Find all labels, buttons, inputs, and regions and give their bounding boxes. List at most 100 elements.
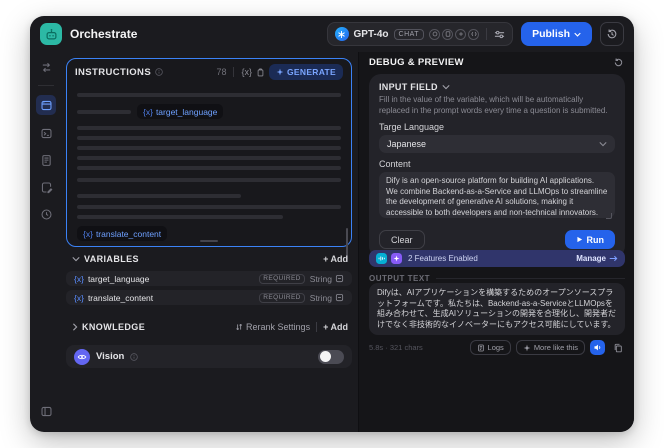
rerank-label: Rerank Settings (246, 322, 311, 332)
knowledge-section-header: KNOWLEDGE Rerank Settings + Add (72, 322, 348, 332)
variable-token: {x} (74, 292, 84, 303)
sparkle-icon (523, 344, 531, 351)
openai-icon (334, 27, 349, 41)
more-like-this-label: More like this (533, 343, 578, 352)
textarea-resize-handle[interactable] (606, 213, 612, 219)
chevron-down-icon[interactable] (442, 84, 450, 90)
instructions-editor[interactable]: INSTRUCTIONS 78 {x} GENERATE {x} target_… (66, 58, 352, 247)
prompt-text-skeleton: {x} target_language {x} translate_conten… (67, 83, 351, 241)
nav-annotation-icon[interactable] (37, 178, 55, 196)
logs-button[interactable]: Logs (469, 340, 511, 355)
chevron-down-icon (574, 32, 581, 37)
variables-title: VARIABLES (84, 254, 139, 264)
nav-monitoring-icon[interactable] (37, 205, 55, 223)
input-field-description: Fill in the value of the variable, which… (379, 95, 608, 115)
more-like-this-button[interactable]: More like this (515, 340, 585, 355)
copy-prompt-icon[interactable] (256, 67, 265, 77)
model-params-icon[interactable] (494, 29, 505, 40)
output-meta: 5.8s · 321 chars (369, 343, 423, 352)
variable-row[interactable]: {x} translate_content REQUIRED String (66, 290, 352, 305)
resize-handle[interactable] (200, 239, 218, 242)
output-text: Difyは、AIアプリケーションを構築するためのオープンソースプラットフォームで… (377, 288, 616, 329)
features-enabled-bar[interactable]: 2 Features Enabled Manage (369, 250, 625, 267)
nav-orchestrate-icon[interactable] (36, 95, 56, 115)
target-language-select[interactable]: Japanese (379, 135, 615, 153)
variable-row[interactable]: {x} target_language REQUIRED String (66, 271, 352, 286)
info-icon (130, 352, 139, 361)
nav-terminal-icon[interactable] (37, 124, 55, 142)
generate-button[interactable]: GENERATE (269, 64, 343, 80)
variable-name: translate_content (87, 292, 154, 303)
prompt-variable-chip[interactable]: {x} target_language (137, 104, 224, 119)
variable-type: String (309, 292, 332, 303)
prompt-variable-chip[interactable]: {x} translate_content (77, 226, 168, 241)
debug-preview-panel: DEBUG & PREVIEW INPUT FIELD Fill in the … (358, 52, 634, 432)
api-flow-icon[interactable] (37, 58, 55, 76)
model-selector[interactable]: GPT-4o CHAT (326, 22, 514, 46)
add-variable-button[interactable]: + Add (323, 254, 348, 264)
generate-label: GENERATE (287, 67, 336, 77)
robot-icon (46, 28, 56, 39)
content-input[interactable]: Dify is an open-source platform for buil… (379, 172, 615, 218)
publish-button[interactable]: Publish (521, 22, 592, 46)
arrow-right-icon (609, 255, 618, 262)
debug-title: DEBUG & PREVIEW (369, 57, 464, 68)
orchestrate-config-panel: INSTRUCTIONS 78 {x} GENERATE {x} target_… (62, 52, 358, 432)
rerank-icon (236, 324, 243, 330)
insert-variable-icon[interactable]: {x} (241, 67, 252, 77)
tts-feature-icon (376, 253, 387, 264)
input-field-card: INPUT FIELD Fill in the value of the var… (369, 74, 625, 258)
rerank-settings-button[interactable]: Rerank Settings (235, 322, 310, 332)
copy-output-button[interactable] (610, 340, 625, 355)
content-field-label: Content (379, 159, 411, 169)
logs-label: Logs (487, 343, 504, 352)
more-like-this-feature-icon (391, 253, 402, 264)
speaker-button[interactable] (590, 340, 605, 355)
copy-icon (614, 343, 622, 352)
collapse-sidebar-icon[interactable] (37, 402, 55, 420)
capability-icon-4 (468, 28, 480, 40)
run-button[interactable]: Run (564, 230, 615, 249)
chevron-right-icon[interactable] (72, 323, 78, 331)
divider (436, 278, 625, 279)
sparkle-icon (276, 68, 284, 76)
manage-features-button[interactable]: Manage (576, 254, 618, 263)
language-field-label: Targe Language (379, 122, 445, 132)
features-count-label: 2 Features Enabled (408, 254, 478, 263)
info-icon (155, 68, 163, 76)
nav-logs-icon[interactable] (37, 151, 55, 169)
vision-feature-row: Vision (66, 345, 352, 368)
restart-icon[interactable] (613, 57, 624, 68)
variables-section-header: VARIABLES + Add (72, 254, 348, 264)
required-badge: REQUIRED (259, 292, 305, 303)
selected-language: Japanese (387, 139, 427, 149)
variable-settings-icon[interactable] (335, 274, 344, 283)
app-window: Orchestrate GPT-4o CHAT Publish INSTRUCT… (30, 16, 634, 432)
publish-label: Publish (532, 28, 570, 40)
history-button[interactable] (600, 22, 624, 46)
manage-label: Manage (576, 254, 606, 263)
variable-settings-icon[interactable] (335, 293, 344, 302)
clear-button[interactable]: Clear (379, 230, 425, 249)
output-result-bubble: Difyは、AIアプリケーションを構築するためのオープンソースプラットフォームで… (369, 283, 625, 336)
capability-icon-2 (442, 28, 454, 40)
capability-icon-3 (455, 28, 467, 40)
left-nav-rail (30, 52, 62, 432)
vision-toggle[interactable] (318, 349, 344, 364)
eye-icon (74, 348, 90, 365)
char-count: 78 (216, 67, 227, 77)
add-knowledge-button[interactable]: + Add (323, 322, 348, 332)
variable-token: {x} (74, 273, 84, 284)
clock-history-icon (607, 29, 617, 39)
input-field-title: INPUT FIELD (379, 82, 438, 92)
speaker-icon (594, 344, 601, 351)
capability-icon-1 (429, 28, 441, 40)
model-name: GPT-4o (353, 28, 389, 40)
page-title: Orchestrate (70, 27, 138, 41)
run-label: Run (586, 234, 605, 245)
play-icon (576, 236, 582, 243)
model-mode-badge: CHAT (393, 28, 425, 40)
variable-name: target_language (155, 106, 218, 117)
chevron-down-icon[interactable] (72, 256, 80, 262)
output-text-title: OUTPUT TEXT (369, 274, 431, 283)
